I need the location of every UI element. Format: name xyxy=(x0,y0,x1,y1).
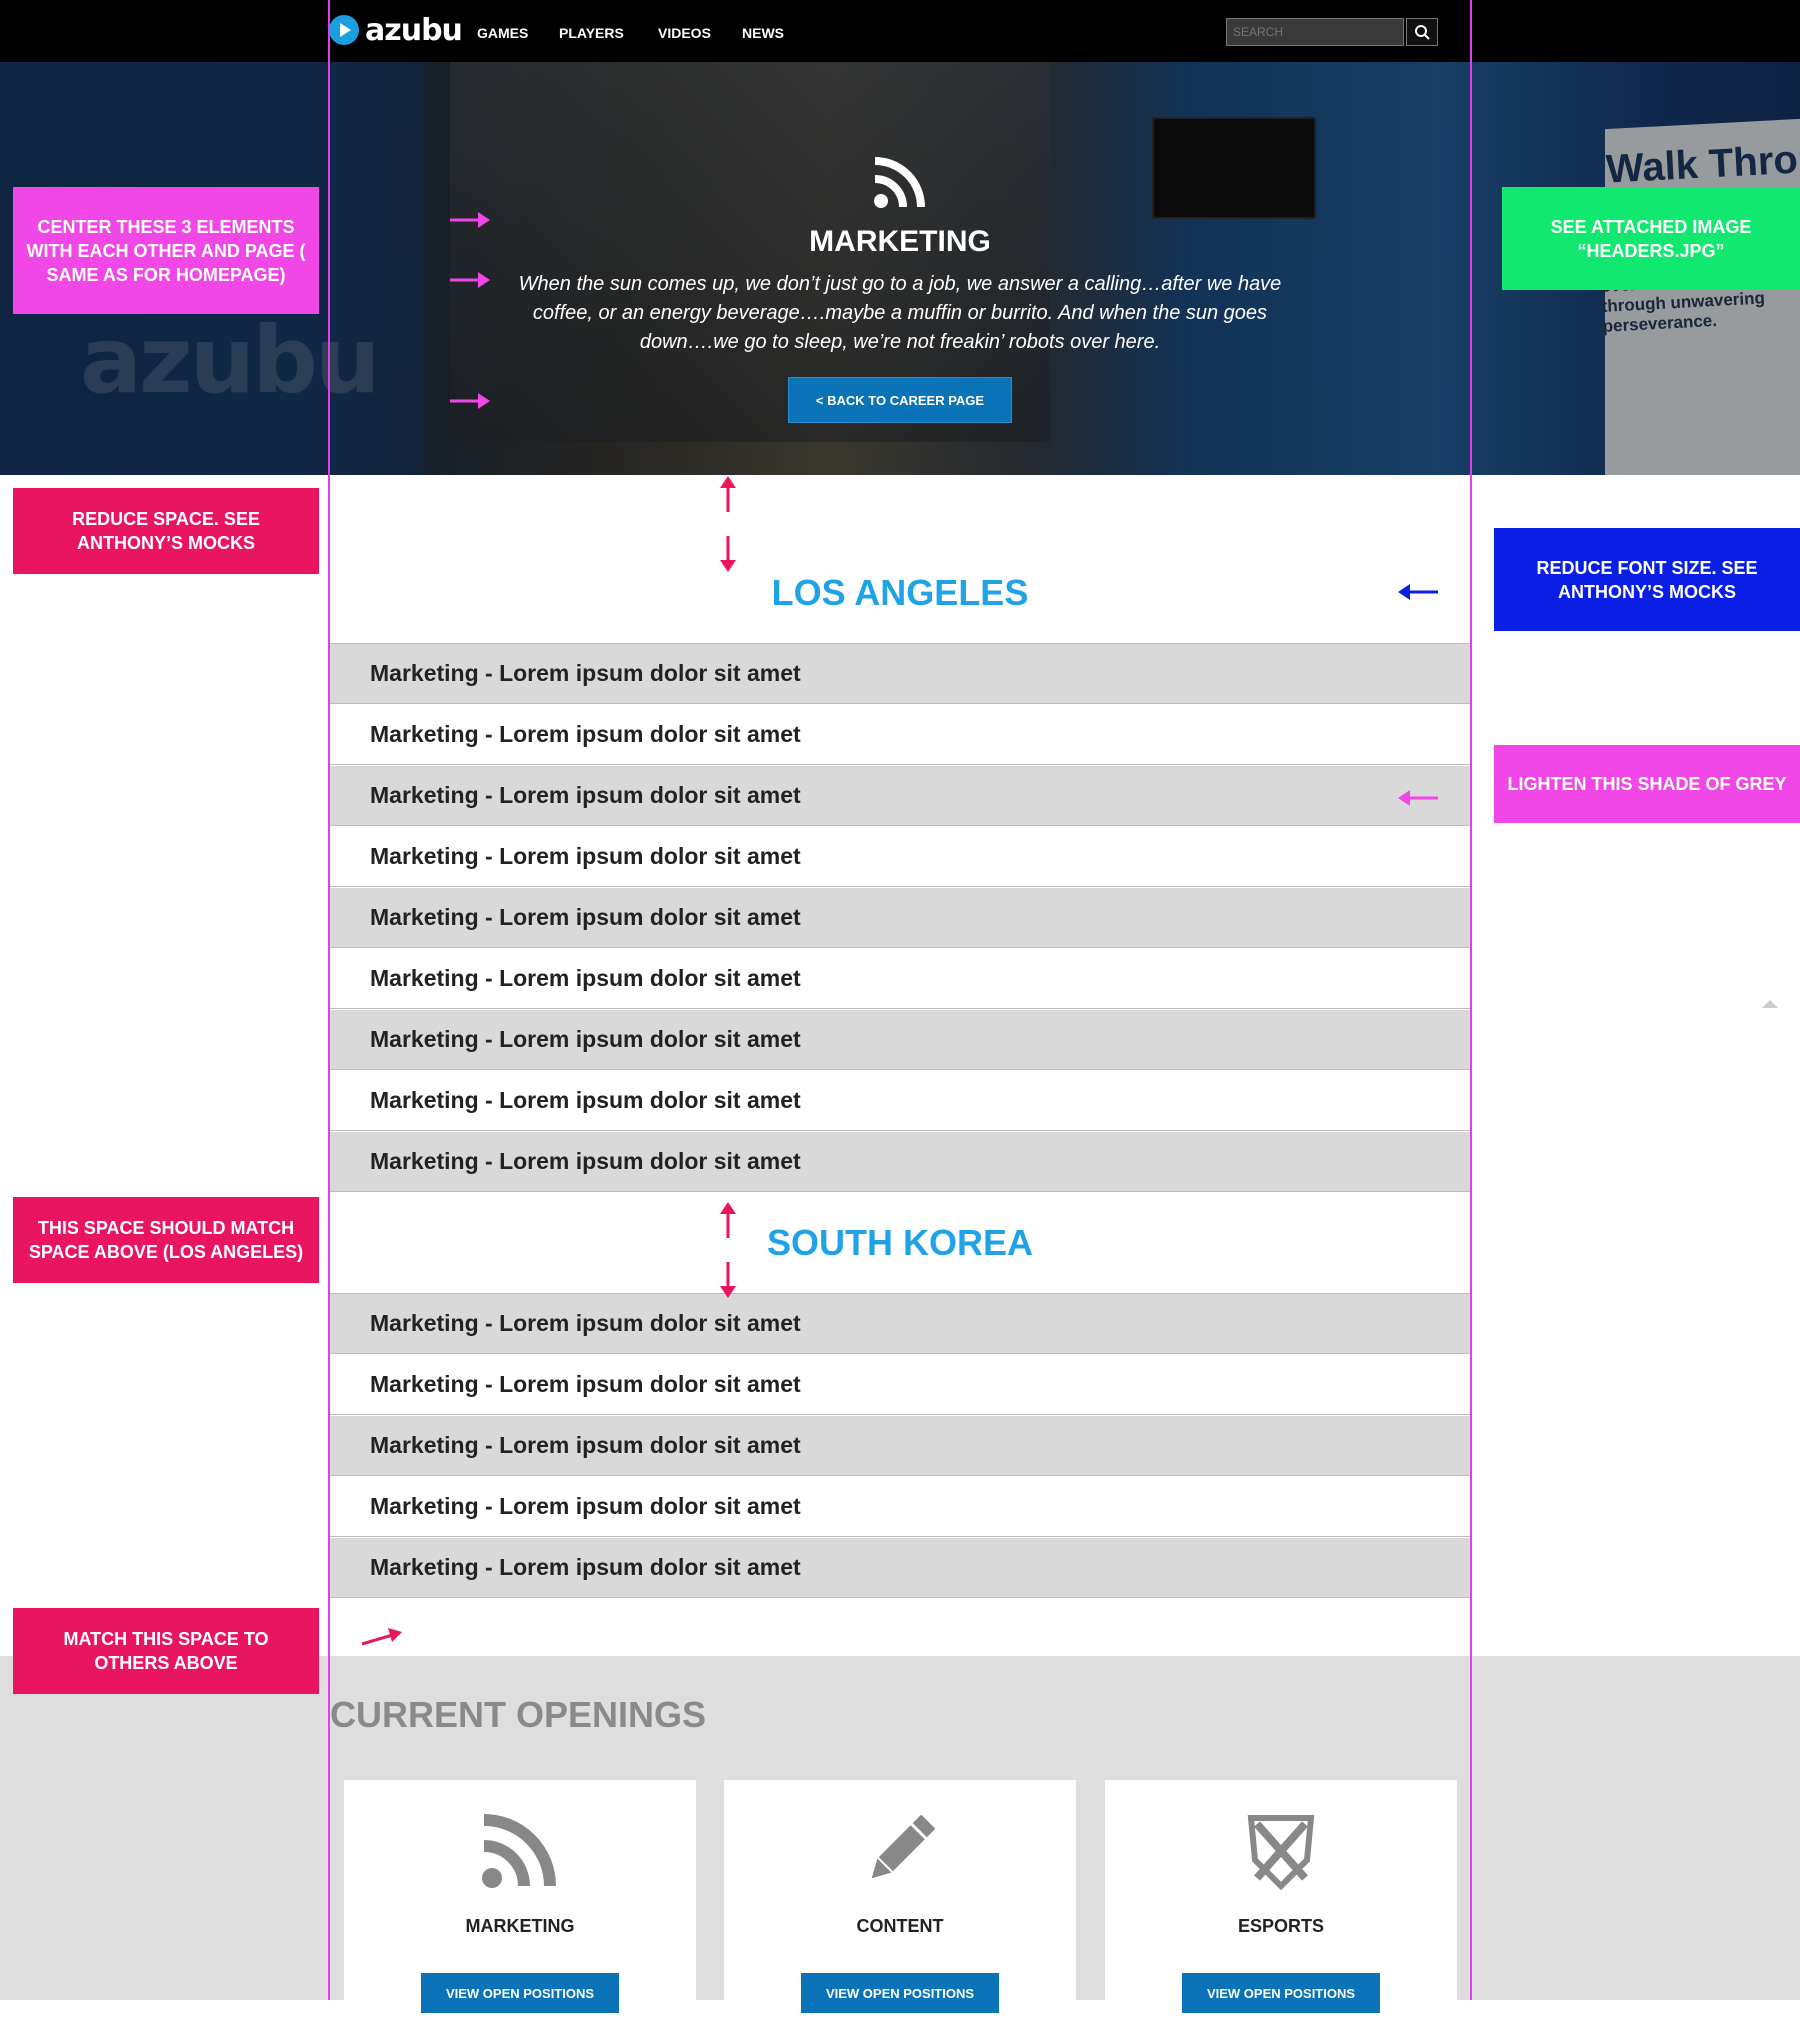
logo-text: azubu xyxy=(365,12,463,48)
hero-title: MARKETING xyxy=(809,225,991,258)
pencil-icon xyxy=(871,1814,936,1879)
annotation-match-space-above: THIS SPACE SHOULD MATCH SPACE ABOVE (LOS… xyxy=(13,1197,319,1283)
search-icon xyxy=(1415,25,1430,40)
job-row[interactable]: Marketing - Lorem ipsum dolor sit amet xyxy=(330,888,1470,948)
opening-card-label: CONTENT xyxy=(856,1916,944,1936)
search-input[interactable] xyxy=(1226,18,1404,46)
layout-guide-right xyxy=(1470,0,1472,2000)
arrow-right-icon xyxy=(450,212,490,228)
arrow-left-icon xyxy=(1398,790,1438,806)
job-row[interactable]: Marketing - Lorem ipsum dolor sit amet xyxy=(330,1416,1470,1476)
nav-link-games[interactable]: GAMES xyxy=(477,25,528,41)
play-logo-icon xyxy=(329,15,359,45)
annotation-center-elements: CENTER THESE 3 ELEMENTS WITH EACH OTHER … xyxy=(13,187,319,314)
job-row[interactable]: Marketing - Lorem ipsum dolor sit amet xyxy=(330,1294,1470,1354)
arrow-down-icon xyxy=(720,1262,736,1298)
top-navigation-bar xyxy=(0,0,1800,62)
annotation-reduce-font: REDUCE FONT SIZE. SEE ANTHONY’S MOCKS xyxy=(1494,528,1800,631)
job-row[interactable]: Marketing - Lorem ipsum dolor sit amet xyxy=(330,644,1470,704)
job-row[interactable]: Marketing - Lorem ipsum dolor sit amet xyxy=(330,1132,1470,1192)
rss-icon xyxy=(482,1814,556,1888)
annotation-see-attached: SEE ATTACHED IMAGE “HEADERS.JPG” xyxy=(1502,187,1800,290)
opening-card-label: MARKETING xyxy=(465,1916,575,1936)
job-row[interactable]: Marketing - Lorem ipsum dolor sit amet xyxy=(330,827,1470,887)
rss-icon xyxy=(874,157,925,208)
nav-link-videos[interactable]: VIDEOS xyxy=(658,25,711,41)
arrow-up-icon xyxy=(720,1202,736,1238)
job-row[interactable]: Marketing - Lorem ipsum dolor sit amet xyxy=(330,1071,1470,1131)
section-title-los-angeles: LOS ANGELES xyxy=(771,572,1029,613)
job-row[interactable]: Marketing - Lorem ipsum dolor sit amet xyxy=(330,1010,1470,1070)
opening-card-content: CONTENT VIEW OPEN POSITIONS xyxy=(724,1780,1076,2020)
arrow-up-icon xyxy=(720,476,736,512)
opening-card-label: ESPORTS xyxy=(1237,1916,1325,1936)
section-title-south-korea: SOUTH KOREA xyxy=(766,1222,1033,1263)
arrow-right-icon xyxy=(450,272,490,288)
annotation-lighten-grey: LIGHTEN THIS SHADE OF GREY xyxy=(1494,745,1800,823)
opening-card-esports: ESPORTS VIEW OPEN POSITIONS xyxy=(1105,1780,1457,2020)
job-row[interactable]: Marketing - Lorem ipsum dolor sit amet xyxy=(330,705,1470,765)
current-openings-title: CURRENT OPENINGS xyxy=(330,1694,707,1735)
opening-card-marketing: MARKETING VIEW OPEN POSITIONS xyxy=(344,1780,696,2020)
hero-description: When the sun comes up, we don’t just go … xyxy=(518,273,1282,353)
nav-link-players[interactable]: PLAYERS xyxy=(559,25,624,41)
job-row[interactable]: Marketing - Lorem ipsum dolor sit amet xyxy=(330,1355,1470,1415)
arrow-left-icon xyxy=(1398,584,1438,600)
annotation-reduce-space: REDUCE SPACE. SEE ANTHONY’S MOCKS xyxy=(13,488,319,574)
crossed-swords-shield-icon xyxy=(1247,1815,1315,1890)
job-row[interactable]: Marketing - Lorem ipsum dolor sit amet xyxy=(330,766,1470,826)
back-to-career-page-button[interactable]: < BACK TO CAREER PAGE xyxy=(788,377,1012,423)
layout-guide-left xyxy=(328,0,330,2000)
job-row[interactable]: Marketing - Lorem ipsum dolor sit amet xyxy=(330,949,1470,1009)
arrow-right-icon xyxy=(361,1628,402,1646)
view-open-positions-button[interactable]: VIEW OPEN POSITIONS xyxy=(801,1973,999,2013)
annotation-match-space-others: MATCH THIS SPACE TO OTHERS ABOVE xyxy=(13,1608,319,1694)
scroll-to-top-icon[interactable] xyxy=(1762,1000,1778,1008)
job-row[interactable]: Marketing - Lorem ipsum dolor sit amet xyxy=(330,1538,1470,1598)
search-button[interactable] xyxy=(1406,18,1438,46)
arrow-right-icon xyxy=(450,393,490,409)
view-open-positions-button[interactable]: VIEW OPEN POSITIONS xyxy=(1182,1973,1380,2013)
job-row[interactable]: Marketing - Lorem ipsum dolor sit amet xyxy=(330,1477,1470,1537)
view-open-positions-button[interactable]: VIEW OPEN POSITIONS xyxy=(421,1973,619,2013)
arrow-down-icon xyxy=(720,536,736,572)
azubu-logo[interactable]: azubu xyxy=(329,12,463,48)
nav-link-news[interactable]: NEWS xyxy=(742,25,784,41)
